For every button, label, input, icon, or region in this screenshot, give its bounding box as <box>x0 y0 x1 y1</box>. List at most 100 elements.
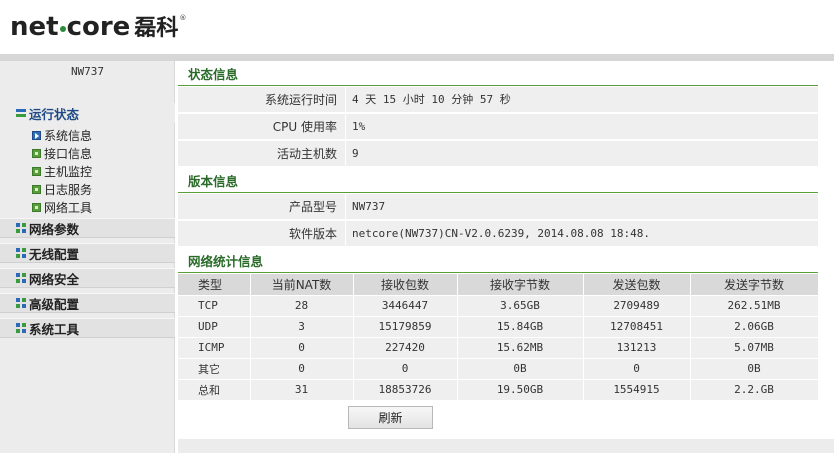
table-cell: 18853726 <box>353 378 458 400</box>
bullet-square-icon <box>32 148 41 158</box>
row-key: 产品型号 <box>178 194 346 219</box>
menu-section-running-status[interactable]: 运行状态 <box>0 103 175 123</box>
row-key: 活动主机数 <box>178 141 346 166</box>
row-value: netcore(NW737)CN-V2.0.6239, 2014.08.08 1… <box>352 227 651 240</box>
column-header: 接收字节数 <box>457 274 584 295</box>
sidebar-item-host-monitor[interactable]: 主机监控 <box>32 162 92 180</box>
column-header: 发送包数 <box>583 274 691 295</box>
table-cell: 227420 <box>353 336 458 358</box>
table-cell: 0B <box>457 357 584 379</box>
table-cell: 0 <box>353 357 458 379</box>
bullet-square-icon <box>32 202 41 212</box>
section-grid-icon <box>16 223 26 233</box>
section-grid-icon <box>16 323 26 333</box>
section-grid-icon <box>16 298 26 308</box>
section-grid-icon <box>16 248 26 258</box>
table-row: 总和 31 18853726 19.50GB 1554915 2.2.GB <box>178 378 819 400</box>
table-row: ICMP 0 227420 15.62MB 131213 5.07MB <box>178 336 819 358</box>
table-cell: 5.07MB <box>690 336 819 358</box>
version-row-model: 产品型号 NW737 <box>178 194 818 220</box>
version-row-software: 软件版本 netcore(NW737)CN-V2.0.6239, 2014.08… <box>178 221 818 247</box>
table-cell: 28 <box>250 294 354 316</box>
status-row-uptime: 系统运行时间 4 天 15 小时 10 分钟 57 秒 <box>178 87 818 113</box>
sidebar-item-label: 接口信息 <box>44 146 93 161</box>
menu-section-wireless-config[interactable]: 无线配置 <box>0 243 175 263</box>
row-key: 软件版本 <box>178 221 346 246</box>
main-content: 状态信息 系统运行时间 4 天 15 小时 10 分钟 57 秒 CPU 使用率… <box>178 61 834 453</box>
menu-section-advanced-config[interactable]: 高级配置 <box>0 293 175 313</box>
table-cell: UDP <box>178 315 251 337</box>
table-cell: 2.06GB <box>690 315 819 337</box>
table-cell: 131213 <box>583 336 691 358</box>
table-header-row: 类型 当前NAT数 接收包数 接收字节数 发送包数 发送字节数 <box>178 274 819 295</box>
logo-brand-core: core <box>66 12 131 42</box>
column-header: 发送字节数 <box>690 274 819 295</box>
sidebar-item-log-service[interactable]: 日志服务 <box>32 180 92 198</box>
column-header: 类型 <box>178 274 251 295</box>
table-cell: 总和 <box>178 378 251 400</box>
table-row: TCP 28 3446447 3.65GB 2709489 262.51MB <box>178 294 819 316</box>
logo-dot-icon <box>59 26 66 32</box>
sidebar: NW737 运行状态 系统信息 接口信息 主机监控 日志服务 网络工具 网络参数… <box>0 61 175 453</box>
sidebar-item-system-info[interactable]: 系统信息 <box>32 126 92 144</box>
table-cell: 0 <box>250 336 354 358</box>
section-title-netstats: 网络统计信息 <box>178 248 818 273</box>
status-row-cpu: CPU 使用率 1% <box>178 114 818 140</box>
table-cell: 其它 <box>178 357 251 379</box>
table-cell: 0 <box>250 357 354 379</box>
netcore-logo: net core 磊科 ® <box>10 14 186 40</box>
menu-section-label: 无线配置 <box>29 246 80 262</box>
device-name: NW737 <box>70 65 105 78</box>
row-value: 4 天 15 小时 10 分钟 57 秒 <box>352 93 511 106</box>
table-cell: 1554915 <box>583 378 691 400</box>
bullet-square-icon <box>32 166 41 176</box>
menu-section-label: 网络安全 <box>29 271 80 287</box>
column-header: 接收包数 <box>353 274 458 295</box>
logo-brand-cn: 磊科 <box>134 16 179 41</box>
sidebar-item-interface-info[interactable]: 接口信息 <box>32 144 92 162</box>
row-value: 1% <box>352 120 366 133</box>
row-key: CPU 使用率 <box>178 114 346 139</box>
netstats-table: 类型 当前NAT数 接收包数 接收字节数 发送包数 发送字节数 TCP 28 3… <box>178 274 819 400</box>
logo-reg-mark: ® <box>179 14 187 22</box>
table-cell: 15.84GB <box>457 315 584 337</box>
section-title-status: 状态信息 <box>178 61 818 86</box>
table-cell: 2709489 <box>583 294 691 316</box>
table-cell: 2.2.GB <box>690 378 819 400</box>
menu-section-label: 高级配置 <box>29 296 80 312</box>
sidebar-item-network-tools[interactable]: 网络工具 <box>32 198 92 216</box>
sidebar-item-label: 系统信息 <box>44 128 93 143</box>
table-row: 其它 0 0 0B 0 0B <box>178 357 819 379</box>
sidebar-item-label: 日志服务 <box>44 182 93 197</box>
play-arrow-icon <box>32 130 41 140</box>
bottom-spacer <box>178 439 834 453</box>
table-row: UDP 3 15179859 15.84GB 12708451 2.06GB <box>178 315 819 337</box>
table-cell: 3.65GB <box>457 294 584 316</box>
table-cell: 19.50GB <box>457 378 584 400</box>
row-key: 系统运行时间 <box>178 87 346 112</box>
table-cell: 15179859 <box>353 315 458 337</box>
table-cell: 15.62MB <box>457 336 584 358</box>
sidebar-item-label: 网络工具 <box>44 200 93 215</box>
table-cell: 0B <box>690 357 819 379</box>
refresh-button[interactable]: 刷新 <box>348 406 433 429</box>
bullet-square-icon <box>32 184 41 194</box>
table-cell: 0 <box>583 357 691 379</box>
sidebar-item-label: 主机监控 <box>44 164 93 179</box>
row-value: 9 <box>352 147 359 160</box>
column-header: 当前NAT数 <box>250 274 354 295</box>
menu-section-network-params[interactable]: 网络参数 <box>0 218 175 238</box>
header: net core 磊科 ® <box>0 0 834 54</box>
logo-brand-net: net <box>10 12 59 42</box>
table-cell: 3 <box>250 315 354 337</box>
menu-section-system-tools[interactable]: 系统工具 <box>0 318 175 338</box>
table-cell: ICMP <box>178 336 251 358</box>
section-title-version: 版本信息 <box>178 168 818 193</box>
table-cell: 12708451 <box>583 315 691 337</box>
menu-section-network-security[interactable]: 网络安全 <box>0 268 175 288</box>
section-bar-icon <box>16 108 26 118</box>
table-cell: 3446447 <box>353 294 458 316</box>
table-cell: TCP <box>178 294 251 316</box>
section-grid-icon <box>16 273 26 283</box>
row-value: NW737 <box>352 200 386 213</box>
